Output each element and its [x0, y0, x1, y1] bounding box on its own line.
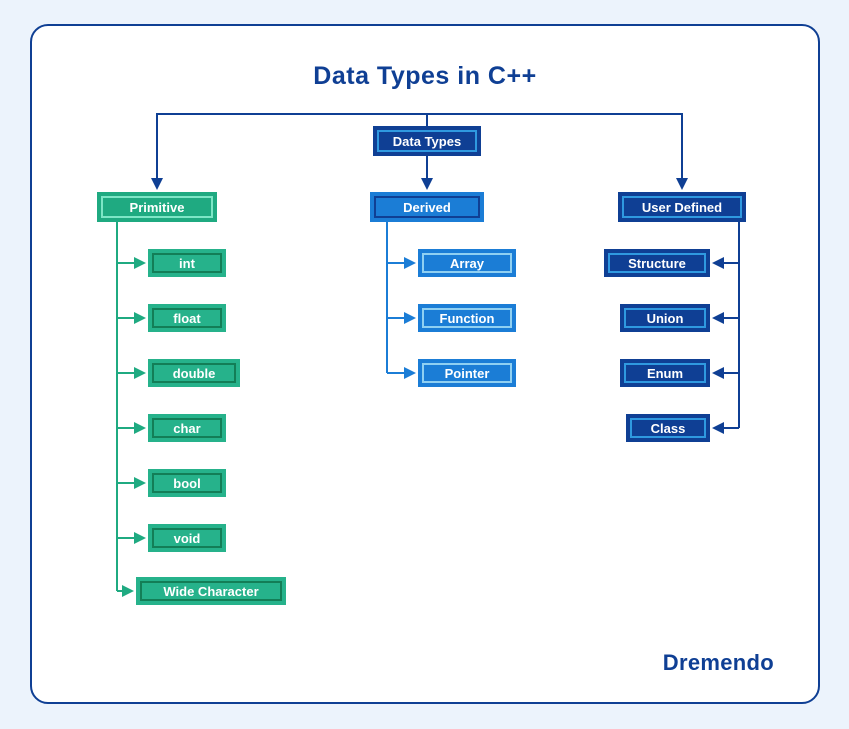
userdefined-label: User Defined: [642, 200, 722, 215]
root-box: Data Types: [373, 126, 481, 156]
diagram-title: Data Types in C++: [32, 62, 818, 91]
primitive-item-label: int: [179, 256, 195, 271]
derived-item: Function: [418, 304, 516, 332]
derived-item: Array: [418, 249, 516, 277]
primitive-item-label: double: [173, 366, 216, 381]
primitive-item-label: Wide Character: [163, 584, 258, 599]
userdefined-item: Class: [626, 414, 710, 442]
derived-item: Pointer: [418, 359, 516, 387]
primitive-item-label: char: [173, 421, 200, 436]
derived-item-label: Array: [450, 256, 484, 271]
primitive-item: void: [148, 524, 226, 552]
derived-label: Derived: [403, 200, 451, 215]
userdefined-item: Enum: [620, 359, 710, 387]
primitive-item: Wide Character: [136, 577, 286, 605]
root-label: Data Types: [393, 134, 461, 149]
primitive-item-label: void: [174, 531, 201, 546]
primitive-item-label: float: [173, 311, 200, 326]
userdefined-header: User Defined: [618, 192, 746, 222]
derived-item-label: Function: [440, 311, 495, 326]
brand-logo: Dremendo: [663, 650, 774, 676]
derived-item-label: Pointer: [445, 366, 490, 381]
primitive-label: Primitive: [130, 200, 185, 215]
primitive-item-label: bool: [173, 476, 200, 491]
diagram-frame: Data Types in C++: [30, 24, 820, 704]
primitive-header: Primitive: [97, 192, 217, 222]
userdefined-item-label: Structure: [628, 256, 686, 271]
primitive-item: char: [148, 414, 226, 442]
userdefined-item-label: Class: [651, 421, 686, 436]
primitive-item: float: [148, 304, 226, 332]
userdefined-item: Union: [620, 304, 710, 332]
primitive-item: bool: [148, 469, 226, 497]
derived-header: Derived: [370, 192, 484, 222]
primitive-item: int: [148, 249, 226, 277]
primitive-item: double: [148, 359, 240, 387]
userdefined-item-label: Enum: [647, 366, 683, 381]
userdefined-item-label: Union: [647, 311, 684, 326]
userdefined-item: Structure: [604, 249, 710, 277]
